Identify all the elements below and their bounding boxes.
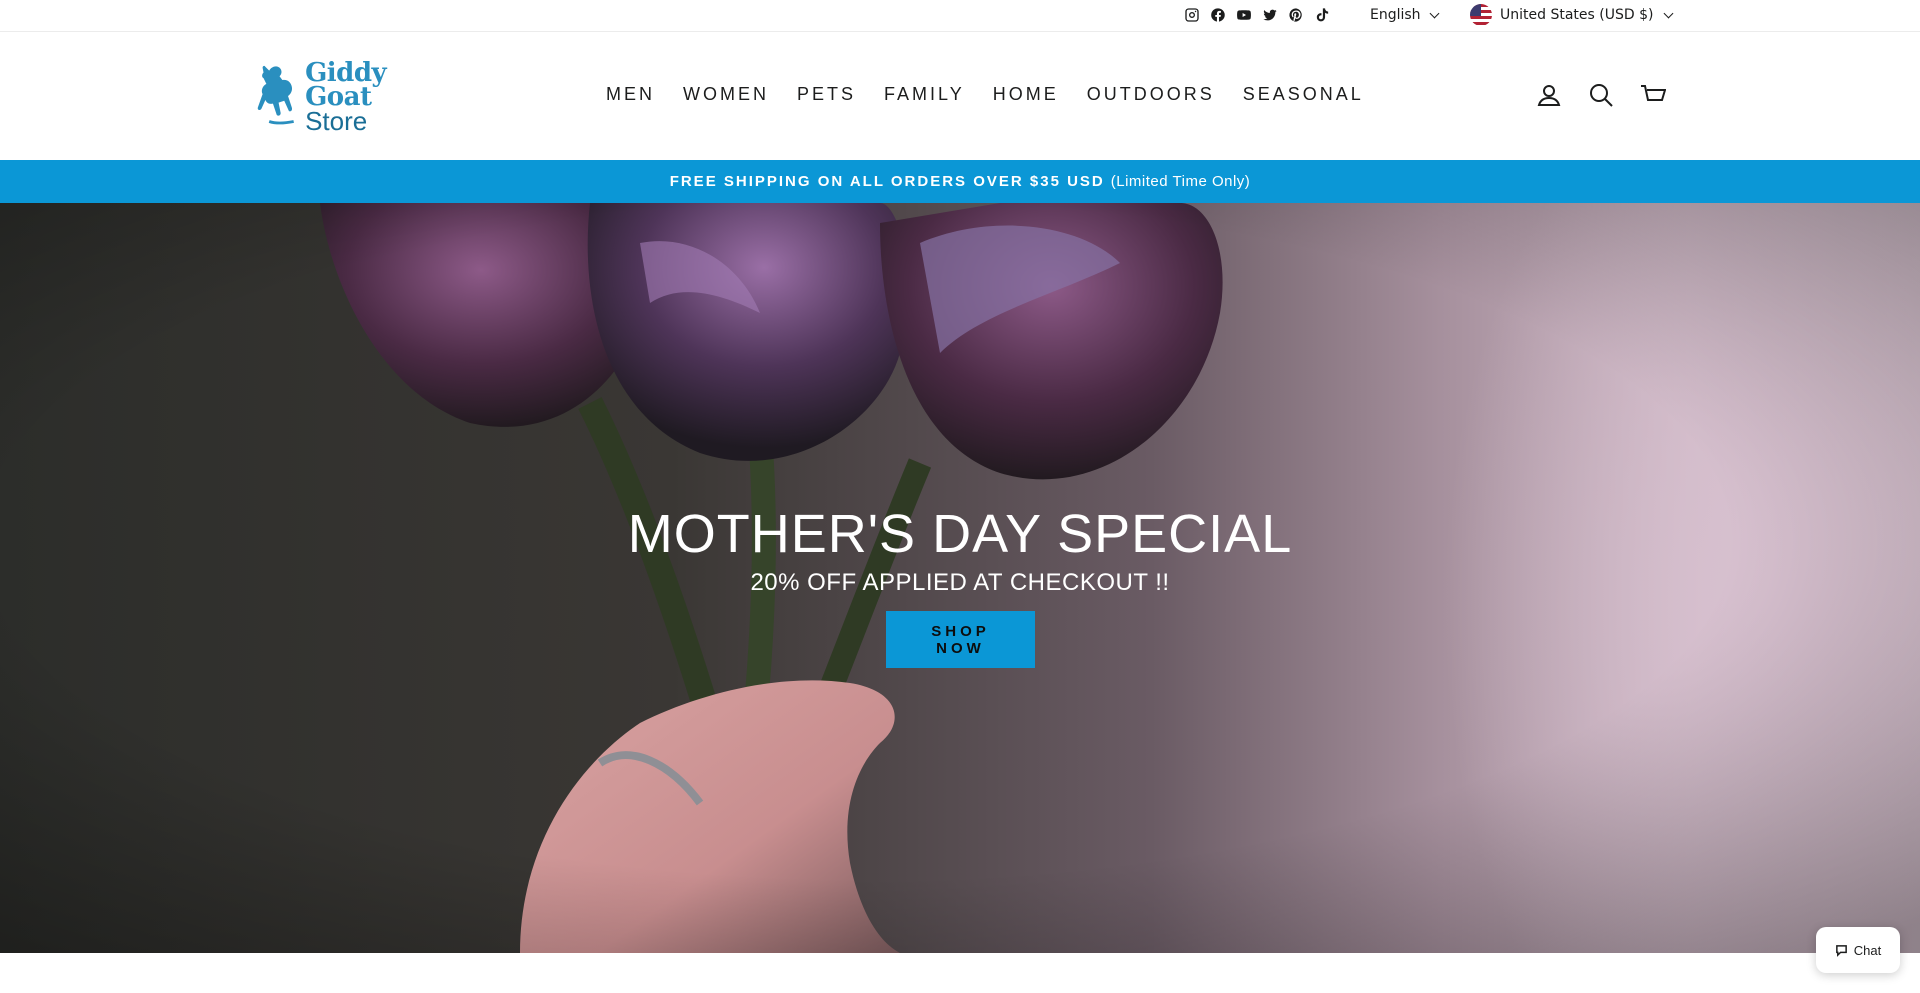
pinterest-icon[interactable] [1287, 6, 1305, 24]
hero-title: MOTHER'S DAY SPECIAL [627, 504, 1293, 564]
chevron-down-icon [1664, 8, 1674, 18]
language-selector[interactable]: English [1370, 7, 1440, 23]
header-actions [1536, 82, 1667, 108]
chat-bubble-icon [1835, 944, 1847, 957]
facebook-icon[interactable] [1209, 6, 1227, 24]
twitter-icon[interactable] [1261, 6, 1279, 24]
goat-logo-icon [257, 65, 294, 125]
nav-pets[interactable]: PETS [783, 84, 870, 105]
main-nav: MEN WOMEN PETS FAMILY HOME OUTDOORS SEAS… [592, 84, 1378, 105]
logo-line2: Store [305, 106, 368, 136]
language-label: English [1370, 7, 1421, 23]
social-links [1183, 6, 1331, 24]
hero-banner: MOTHER'S DAY SPECIAL 20% OFF APPLIED AT … [0, 203, 1920, 953]
chevron-down-icon [1429, 8, 1440, 18]
search-icon[interactable] [1588, 82, 1614, 108]
logo-text: Giddy Goat Store [305, 58, 452, 136]
hero-subtitle: 20% OFF APPLIED AT CHECKOUT !! [750, 569, 1170, 596]
shop-now-button[interactable]: SHOP NOW [885, 611, 1035, 668]
tiktok-icon[interactable] [1313, 6, 1331, 24]
nav-home[interactable]: HOME [979, 84, 1073, 105]
nav-women[interactable]: WOMEN [669, 84, 783, 105]
hero-content: MOTHER'S DAY SPECIAL 20% OFF APPLIED AT … [0, 503, 1920, 668]
utility-bar: English United States (USD $) [0, 0, 1920, 32]
currency-selector[interactable]: United States (USD $) [1470, 4, 1674, 26]
nav-men[interactable]: MEN [592, 84, 669, 105]
chat-button[interactable]: Chat [1816, 927, 1900, 973]
site-header: Giddy Goat Store MEN WOMEN PETS FAMILY H… [0, 32, 1920, 160]
chat-label: Chat [1853, 942, 1882, 958]
announcement-strong: FREE SHIPPING ON ALL ORDERS OVER $35 USD [669, 173, 1105, 190]
currency-label: United States (USD $) [1500, 7, 1654, 23]
account-icon[interactable] [1536, 82, 1562, 108]
instagram-icon[interactable] [1183, 6, 1201, 24]
store-logo[interactable]: Giddy Goat Store [256, 58, 452, 136]
cart-icon[interactable] [1640, 82, 1667, 108]
us-flag-icon [1470, 4, 1492, 26]
announcement-bar: FREE SHIPPING ON ALL ORDERS OVER $35 USD… [0, 160, 1920, 203]
youtube-icon[interactable] [1235, 6, 1253, 24]
logo-line1: Giddy Goat [305, 58, 387, 112]
nav-outdoors[interactable]: OUTDOORS [1073, 84, 1229, 105]
announcement-note: (Limited Time Only) [1110, 173, 1251, 190]
nav-family[interactable]: FAMILY [870, 84, 979, 105]
nav-seasonal[interactable]: SEASONAL [1229, 84, 1378, 105]
